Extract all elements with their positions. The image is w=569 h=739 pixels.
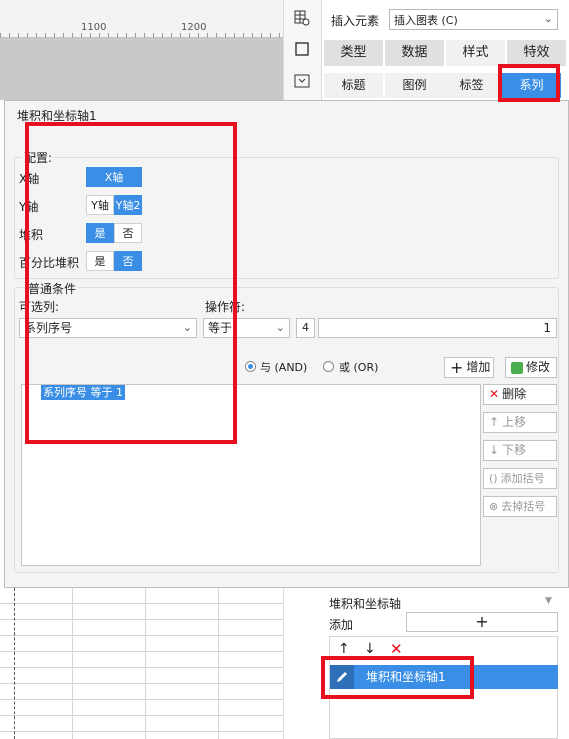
annotation-box-series-tab [498,64,560,102]
sheet-grid[interactable] [0,588,283,739]
tab-data[interactable]: 数据 [385,40,444,66]
ruler-label-1200: 1200 [181,22,207,33]
delete-button[interactable]: ✕ 删除 [483,384,557,405]
insert-element-label: 插入元素 [331,14,380,28]
and-radio-label: 与 (AND) [260,361,308,374]
remove-parenthesis-label: 去掉括号 [501,500,546,513]
move-down-button[interactable]: ↓ 下移 [483,440,557,461]
canvas-area [0,38,283,100]
subtab-legend[interactable]: 图例 [385,73,444,98]
annotation-box-list-item [321,656,474,699]
delete-icon: ✕ [489,387,500,401]
annotation-box-config [25,122,237,444]
arrow-up-icon: ↑ [489,415,500,429]
modify-condition-label: 修改 [526,360,551,374]
and-radio[interactable] [245,361,256,372]
plus-icon: + [450,357,464,377]
modify-condition-button[interactable]: 修改 [505,357,557,378]
move-down-label: 下移 [502,443,527,457]
or-radio-label: 或 (OR) [339,361,379,374]
delete-label: 删除 [502,387,527,401]
add-parenthesis-label: 添加括号 [500,472,545,485]
tab-style[interactable]: 样式 [446,40,505,66]
chevron-down-icon: ⌄ [275,321,285,334]
subtab-label[interactable]: 标签 [442,73,501,98]
insert-chart-select-value: 插入图表 (C) [394,14,458,27]
add-condition-button[interactable]: + 增加 [444,357,494,378]
add-condition-label: 增加 [466,360,491,374]
collapse-icon[interactable]: ▼ [545,596,552,606]
tab-effects[interactable]: 特效 [507,40,566,66]
grid-settings-icon[interactable] [292,9,312,27]
parenthesis-icon: () [489,472,498,485]
ruler-label-1100: 1100 [81,22,107,33]
frame-icon[interactable] [292,40,312,58]
arrow-down-icon: ↓ [489,443,500,457]
value-input[interactable]: 1 [318,318,557,338]
move-up-button[interactable]: ↑ 上移 [483,412,557,433]
remove-parenthesis-icon: ⊗ [489,500,499,513]
remove-parenthesis-button[interactable]: ⊗ 去掉括号 [483,496,557,517]
move-up-icon[interactable]: ↑ [338,641,350,657]
stack-axis-title: 堆积和坐标轴 [329,597,402,611]
value-type-icon: 4 [302,321,309,334]
dropdown-widget-icon[interactable] [292,72,312,90]
move-down-icon[interactable]: ↓ [364,641,376,657]
page-break-line [14,588,15,739]
add-label: 添加 [329,618,354,632]
or-radio[interactable] [323,361,334,372]
add-item-button[interactable]: + [406,612,558,632]
add-parenthesis-button[interactable]: () 添加括号 [483,468,557,489]
insert-chart-select[interactable]: 插入图表 (C) ⌄ [389,9,558,30]
move-up-label: 上移 [502,415,527,429]
value-type-button[interactable]: 4 [296,318,315,338]
modify-icon [511,361,523,374]
chevron-down-icon: ⌄ [543,12,553,25]
subtab-title[interactable]: 标题 [324,73,383,98]
tab-type[interactable]: 类型 [324,40,383,66]
